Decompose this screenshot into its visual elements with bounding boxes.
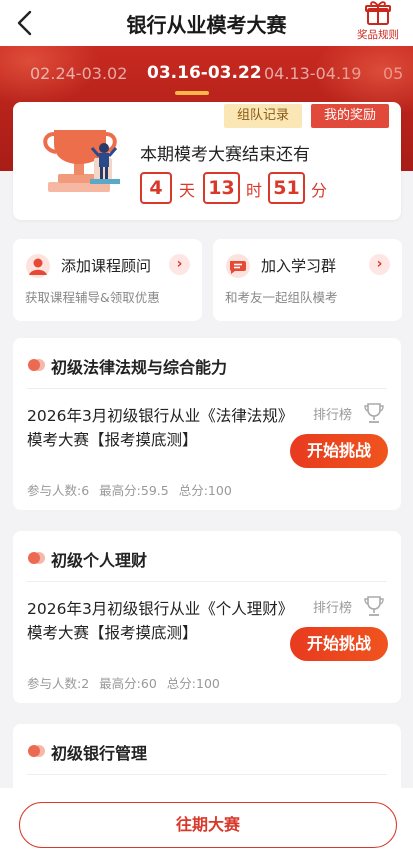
total-score: 总分:100 [178,483,232,498]
total-score: 总分:100 [166,676,220,691]
leaderboard-icon[interactable] [363,402,385,424]
leaderboard-link[interactable]: 排行榜 [313,404,352,423]
trophy-icon [30,124,130,199]
chat-group-icon [225,253,251,279]
join-study-group-label: 加入学习群 [261,257,337,275]
category-dot-icon [28,552,45,564]
countdown-days: 4 [140,172,172,204]
join-study-group-card[interactable]: 加入学习群 › 和考友一起组队模考 [213,239,402,321]
tab-period-0224[interactable]: 02.24-03.02 [30,64,127,83]
max-score: 最高分:59.5 [99,483,169,498]
add-advisor-label: 添加课程顾问 [61,257,152,275]
exam-stats: 参与人数:2 最高分:60 总分:100 [27,673,230,692]
page-title: 银行从业模考大赛 [126,13,287,37]
tab-period-0316[interactable]: 03.16-03.22 [147,63,262,83]
divider [27,581,387,582]
advisor-icon [25,253,51,279]
exam-stats: 参与人数:6 最高分:59.5 总分:100 [27,480,242,499]
leaderboard-link[interactable]: 排行榜 [313,597,352,616]
arrow-right-icon: › [369,254,390,275]
tab-period-0413[interactable]: 04.13-04.19 [264,64,361,83]
start-challenge-button[interactable]: 开始挑战 [290,627,388,661]
exam-title[interactable]: 2026年3月初级银行从业《法律法规》模考大赛【报考摸底测】 [27,404,289,452]
prize-rules-label: 奖品规则 [357,29,399,41]
countdown-text: 本期模考大赛结束还有 [140,145,310,165]
prize-rules-button[interactable]: 奖品规则 [353,0,403,44]
exam-category: 初级个人理财 [51,551,148,570]
exam-title[interactable]: 2026年3月初级银行从业《个人理财》模考大赛【报考摸底测】 [27,597,289,645]
exam-category: 初级法律法规与综合能力 [51,358,228,377]
countdown-minutes: 51 [268,172,305,204]
category-dot-icon [28,359,45,371]
leaderboard-icon[interactable] [363,595,385,617]
exam-card: 初级个人理财 2026年3月初级银行从业《个人理财》模考大赛【报考摸底测】 排行… [13,531,401,703]
max-score: 最高分:60 [99,676,157,691]
team-record-button[interactable]: 组队记录 [224,104,302,128]
participants-count: 参与人数:2 [27,676,90,691]
my-reward-button[interactable]: 我的奖励 [311,104,389,128]
start-challenge-button[interactable]: 开始挑战 [290,434,388,468]
countdown-hours: 13 [203,172,240,204]
past-contests-button[interactable]: 往期大赛 [19,802,397,848]
countdown-hours-unit: 时 [246,181,263,200]
add-advisor-desc: 获取课程辅导&领取优惠 [25,290,160,305]
active-tab-indicator [175,91,209,95]
participants-count: 参与人数:6 [27,483,90,498]
join-study-group-desc: 和考友一起组队模考 [225,290,338,305]
divider [27,388,387,389]
exam-category: 初级银行管理 [51,744,148,763]
divider [27,774,387,775]
arrow-right-icon: › [169,254,190,275]
top-nav-bar: 银行从业模考大赛 奖品规则 [0,0,413,46]
period-tabs: 02.24-03.02 03.16-03.22 04.13-04.19 05 [0,63,413,94]
gift-icon [365,1,391,25]
tab-period-05[interactable]: 05 [383,64,403,83]
category-dot-icon [28,745,45,757]
countdown-days-unit: 天 [179,181,196,200]
countdown-minutes-unit: 分 [311,181,328,200]
add-advisor-card[interactable]: 添加课程顾问 › 获取课程辅导&领取优惠 [13,239,202,321]
exam-card: 初级法律法规与综合能力 2026年3月初级银行从业《法律法规》模考大赛【报考摸底… [13,338,401,510]
